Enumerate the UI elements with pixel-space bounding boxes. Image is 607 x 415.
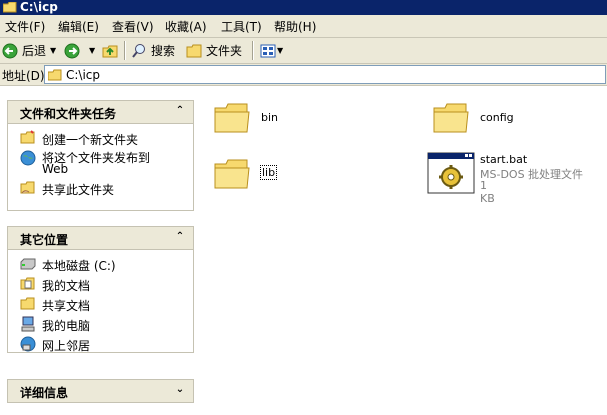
place-shared-documents[interactable]: 共享文档 <box>8 294 193 314</box>
hard-drive-icon <box>20 258 36 270</box>
folders-icon <box>186 44 202 57</box>
folders-label: 文件夹 <box>206 44 243 58</box>
batch-file-icon <box>427 152 475 194</box>
menu-edit[interactable]: 编辑(E) <box>58 18 99 35</box>
forward-arrow-icon <box>64 43 80 58</box>
views-dropdown-icon: ▼ <box>277 46 284 55</box>
folder-icon <box>48 69 62 80</box>
task-pane: 文件和文件夹任务 ⌃ 创建一个新文件夹 将这个文件夹发布到 Web 共享此文件夹 <box>0 86 205 415</box>
folder-icon <box>214 159 250 189</box>
menu-help[interactable]: 帮助(H) <box>274 18 316 35</box>
back-arrow-icon <box>2 43 18 58</box>
expand-icon[interactable]: ⌄ <box>173 383 187 397</box>
place-network[interactable]: 网上邻居 <box>8 334 193 354</box>
folders-button[interactable]: 文件夹 <box>186 41 242 60</box>
menu-favorites[interactable]: 收藏(A) <box>165 18 207 35</box>
details-panel: 详细信息 ⌄ <box>7 379 194 403</box>
share-folder-icon <box>20 181 35 194</box>
details-header[interactable]: 详细信息 ⌄ <box>8 380 193 402</box>
back-dropdown-icon[interactable]: ▼ <box>50 41 56 60</box>
folder-icon <box>3 2 17 13</box>
folder-icon <box>433 103 469 133</box>
window-title: C:\icp <box>20 0 58 14</box>
file-item-start-bat[interactable]: start.bat MS-DOS 批处理文件 1 KB <box>427 152 583 205</box>
file-item-lib[interactable]: lib <box>213 154 278 195</box>
file-tasks-header[interactable]: 文件和文件夹任务 ⌃ <box>8 101 193 124</box>
new-folder-icon <box>20 130 35 144</box>
up-button[interactable] <box>102 41 118 60</box>
globe-icon <box>20 150 36 166</box>
details-title: 详细信息 <box>20 386 69 400</box>
search-icon <box>132 43 145 58</box>
address-input[interactable]: C:\icp <box>44 65 606 84</box>
computer-icon <box>21 316 35 332</box>
other-places-panel: 其它位置 ⌃ 本地磁盘 (C:) 我的文档 共享文档 我的电脑 网上邻居 <box>7 226 194 353</box>
file-item-bin[interactable]: bin <box>213 98 278 139</box>
file-view: bin config lib start.bat MS-DOS 批处理文件 1 … <box>205 86 607 415</box>
shared-folder-icon <box>20 297 35 310</box>
views-button[interactable]: ▼ <box>260 41 283 60</box>
forward-button[interactable] <box>64 41 80 60</box>
my-documents-icon <box>20 277 35 290</box>
folder-icon <box>214 103 250 133</box>
toolbar: 后退 ▼ ▼ 搜索 文件夹 ▼ <box>0 38 607 64</box>
collapse-icon[interactable]: ⌃ <box>173 104 187 118</box>
address-bar: 地址(D) C:\icp <box>0 64 607 86</box>
search-button[interactable]: 搜索 <box>131 41 175 60</box>
file-tasks-panel: 文件和文件夹任务 ⌃ 创建一个新文件夹 将这个文件夹发布到 Web 共享此文件夹 <box>7 100 194 211</box>
menu-view[interactable]: 查看(V) <box>112 18 154 35</box>
search-label: 搜索 <box>151 44 176 58</box>
file-item-config[interactable]: config <box>432 98 514 139</box>
file-tasks-title: 文件和文件夹任务 <box>20 107 117 121</box>
other-places-title: 其它位置 <box>20 233 69 247</box>
views-grid-icon <box>260 44 276 57</box>
task-new-folder[interactable]: 创建一个新文件夹 <box>8 128 193 148</box>
place-my-documents[interactable]: 我的文档 <box>8 274 193 294</box>
forward-dropdown-icon[interactable]: ▼ <box>89 41 95 60</box>
title-bar: C:\icp <box>0 0 607 15</box>
network-icon <box>20 336 36 352</box>
back-button[interactable]: 后退 <box>2 41 46 60</box>
menu-bar: 文件(F) 编辑(E) 查看(V) 收藏(A) 工具(T) 帮助(H) <box>0 15 607 38</box>
task-publish-web[interactable]: 将这个文件夹发布到 Web <box>8 148 193 178</box>
address-value: C:\icp <box>66 67 101 82</box>
place-my-computer[interactable]: 我的电脑 <box>8 314 193 334</box>
back-label: 后退 <box>22 44 47 58</box>
menu-file[interactable]: 文件(F) <box>5 18 45 35</box>
task-share-folder[interactable]: 共享此文件夹 <box>8 178 193 198</box>
other-places-header[interactable]: 其它位置 ⌃ <box>8 227 193 250</box>
place-local-disk[interactable]: 本地磁盘 (C:) <box>8 254 193 274</box>
collapse-icon[interactable]: ⌃ <box>173 230 187 244</box>
address-label: 地址(D) <box>2 69 45 83</box>
menu-tools[interactable]: 工具(T) <box>221 18 262 35</box>
up-folder-icon <box>102 45 118 57</box>
